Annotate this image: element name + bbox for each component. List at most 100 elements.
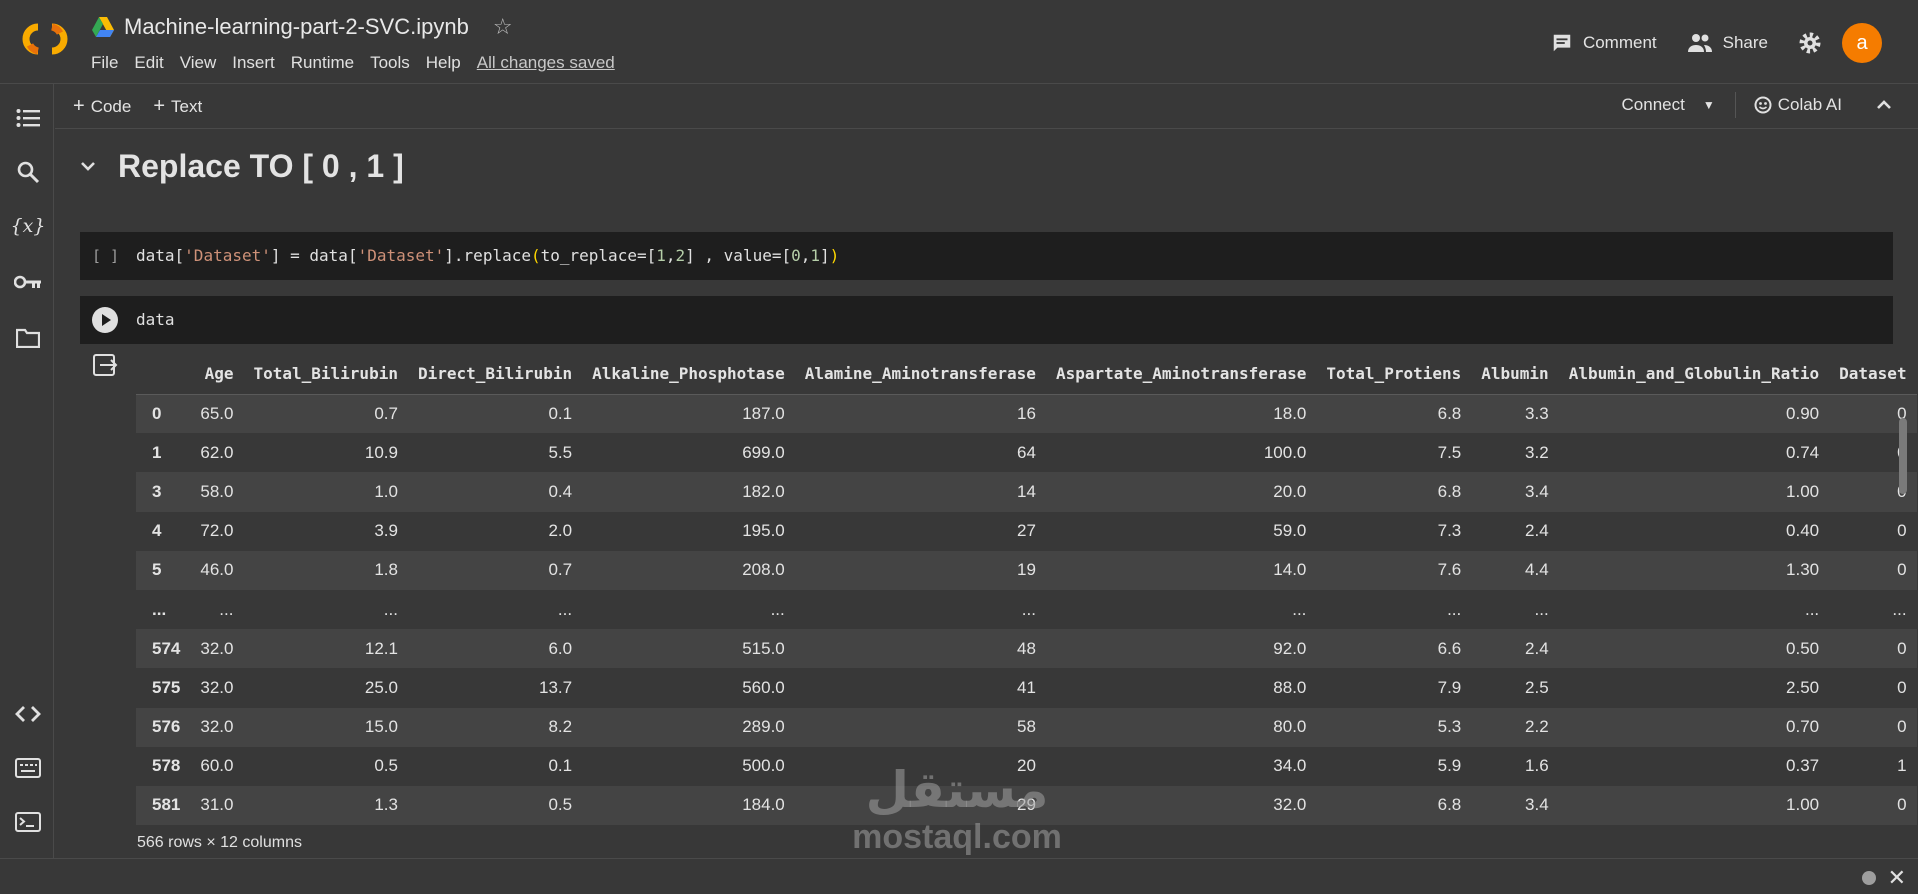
- menu-edit[interactable]: Edit: [134, 53, 163, 73]
- code-snippets-icon[interactable]: [14, 700, 42, 728]
- table-row: 0 65.0 0.7 0.1 187.0 16 18.0 6.8 3.3 0.90 0: [136, 394, 1917, 434]
- colab-ai-label: Colab AI: [1777, 95, 1842, 114]
- menu-view[interactable]: View: [180, 53, 217, 73]
- table-cell: 2.4: [1525, 521, 1549, 541]
- table-cell: 0.1: [548, 756, 573, 776]
- table-row: .................................: [136, 590, 1917, 629]
- menu-bar: File Edit View Insert Runtime Tools Help…: [91, 53, 631, 73]
- save-status-link[interactable]: All changes saved: [477, 53, 615, 73]
- status-indicator[interactable]: [1862, 871, 1876, 885]
- close-icon[interactable]: ✕: [1888, 865, 1906, 891]
- table-cell: 46.0: [190, 550, 244, 590]
- table-row: 576 32.0 15.0 8.2 289.0 58 80.0 5.3 2.2 0.70 0: [136, 707, 1917, 747]
- table-cell: ...: [1892, 599, 1907, 619]
- colab-ai-button[interactable]: Colab AI: [1754, 95, 1842, 115]
- table-cell: 515.0: [582, 629, 795, 669]
- column-header: Albumin_and_Globulin_Ratio: [1558, 354, 1830, 395]
- menu-runtime[interactable]: Runtime: [291, 53, 354, 73]
- output-icon[interactable]: [92, 352, 118, 378]
- chevron-down-icon[interactable]: ▼: [1703, 98, 1715, 112]
- row-index: 581: [136, 785, 191, 826]
- table-row: 162.010.95.5699.064100.07.53.20.740: [136, 433, 1917, 472]
- connect-button[interactable]: Connect: [1622, 95, 1685, 115]
- table-cell: 13.7: [539, 677, 573, 697]
- table-cell: 32.0: [190, 629, 244, 669]
- table-cell: 182.0: [582, 472, 795, 512]
- share-button[interactable]: Share: [1687, 32, 1768, 54]
- table-cell: 7.6: [1316, 550, 1472, 590]
- menu-help[interactable]: Help: [426, 53, 461, 73]
- code-cell-replace[interactable]: [ ] data['Dataset'] = data['Dataset'].re…: [80, 232, 1893, 280]
- table-cell: 2.4: [1471, 629, 1559, 669]
- star-icon[interactable]: ☆: [493, 14, 513, 40]
- comment-button[interactable]: Comment: [1551, 32, 1657, 54]
- watermark: مستقل mostaql.com: [842, 762, 1072, 856]
- table-cell: 184.0: [582, 785, 795, 826]
- toc-icon[interactable]: [14, 104, 42, 132]
- add-text-label: Text: [171, 97, 203, 116]
- add-text-button[interactable]: + Text: [153, 95, 202, 118]
- table-cell: 34.0: [1273, 756, 1307, 776]
- table-cell: 14.0: [1045, 550, 1317, 590]
- column-header: Albumin: [1471, 354, 1559, 395]
- run-icon[interactable]: [92, 307, 118, 333]
- menu-file[interactable]: File: [91, 53, 118, 73]
- colab-logo[interactable]: [16, 18, 74, 60]
- code-editor[interactable]: data: [136, 310, 175, 329]
- table-cell: ...: [557, 599, 573, 619]
- variables-icon[interactable]: {x}: [11, 212, 46, 240]
- row-index: 0: [136, 394, 191, 434]
- toolbar-divider: [1734, 92, 1736, 118]
- app-header: Machine-learning-part-2-SVC.ipynb ☆ File…: [0, 0, 1918, 84]
- folder-icon[interactable]: [14, 324, 42, 352]
- column-header: Alkaline_Phosphotase: [582, 354, 795, 395]
- table-cell: 4.4: [1471, 550, 1559, 590]
- table-cell: 32.0: [1045, 785, 1317, 826]
- table-cell: 0.90: [1558, 394, 1830, 434]
- share-people-icon: [1687, 34, 1712, 52]
- table-cell: 1.8: [243, 550, 408, 590]
- menu-tools[interactable]: Tools: [370, 53, 410, 73]
- search-icon[interactable]: [14, 158, 42, 186]
- table-cell: 19: [794, 550, 1046, 590]
- collapse-section-icon[interactable]: [80, 158, 96, 176]
- row-index: 3: [136, 472, 191, 512]
- scrollbar[interactable]: [1899, 418, 1907, 494]
- column-header: Total_Bilirubin: [243, 354, 408, 395]
- table-cell: 15.0: [243, 707, 408, 747]
- row-index: 574: [136, 629, 191, 669]
- plus-icon: +: [73, 95, 85, 117]
- avatar[interactable]: a: [1842, 23, 1882, 63]
- table-cell: ...: [1021, 599, 1036, 619]
- shape-info: 566 rows × 12 columns: [137, 834, 302, 851]
- add-code-button[interactable]: + Code: [73, 95, 131, 118]
- gear-icon[interactable]: [1798, 31, 1822, 55]
- key-icon[interactable]: [14, 268, 42, 296]
- table-cell: 16: [794, 394, 1046, 434]
- table-cell: 6.0: [407, 629, 583, 669]
- row-index: 578: [152, 756, 181, 776]
- code-cell-data[interactable]: data: [80, 296, 1893, 344]
- colab-ai-icon: [1754, 96, 1772, 114]
- table-cell: 2.0: [548, 521, 573, 541]
- left-sidebar: {x}: [0, 84, 54, 864]
- table-cell: 0.5: [407, 785, 583, 826]
- notebook-title[interactable]: Machine-learning-part-2-SVC.ipynb: [124, 14, 469, 40]
- command-palette-icon[interactable]: [14, 754, 42, 782]
- column-header: Total_Protiens: [1316, 354, 1472, 395]
- code-editor[interactable]: data['Dataset'] = data['Dataset'].replac…: [136, 246, 839, 265]
- table-cell: 60.0: [200, 756, 234, 776]
- column-header: Dataset: [1829, 354, 1917, 395]
- chevron-up-icon[interactable]: [1876, 96, 1892, 114]
- table-cell: 3.4: [1471, 785, 1559, 826]
- table-cell: 3.3: [1471, 394, 1559, 434]
- table-cell: 41: [1017, 677, 1036, 697]
- table-cell: 88.0: [1273, 677, 1307, 697]
- table-cell: 72.0: [200, 521, 234, 541]
- table-cell: 5.9: [1437, 756, 1462, 776]
- menu-insert[interactable]: Insert: [232, 53, 275, 73]
- table-cell: 92.0: [1045, 629, 1317, 669]
- table-cell: 1.3: [243, 785, 408, 826]
- row-index: 576: [136, 707, 191, 747]
- terminal-icon[interactable]: [14, 808, 42, 836]
